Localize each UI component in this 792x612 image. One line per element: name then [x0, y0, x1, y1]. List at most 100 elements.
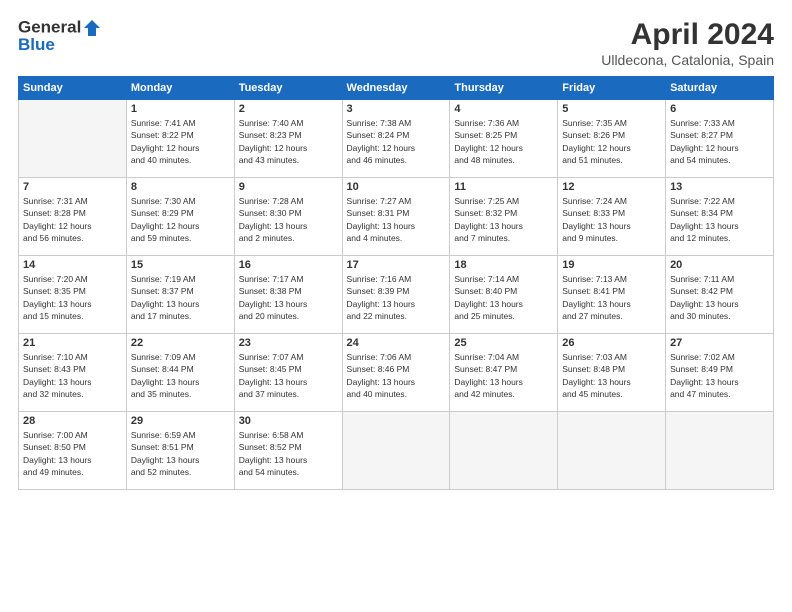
week-row-3: 14 Sunrise: 7:20 AMSunset: 8:35 PMDaylig… [19, 256, 774, 334]
calendar-cell: 13 Sunrise: 7:22 AMSunset: 8:34 PMDaylig… [666, 178, 774, 256]
calendar-cell: 17 Sunrise: 7:16 AMSunset: 8:39 PMDaylig… [342, 256, 450, 334]
logo-blue: Blue [18, 36, 102, 55]
day-info: Sunrise: 7:00 AMSunset: 8:50 PMDaylight:… [23, 429, 122, 478]
calendar-cell [19, 100, 127, 178]
calendar-cell: 18 Sunrise: 7:14 AMSunset: 8:40 PMDaylig… [450, 256, 558, 334]
calendar-cell: 7 Sunrise: 7:31 AMSunset: 8:28 PMDayligh… [19, 178, 127, 256]
location-subtitle: Ulldecona, Catalonia, Spain [601, 52, 774, 68]
day-info: Sunrise: 7:30 AMSunset: 8:29 PMDaylight:… [131, 195, 230, 244]
col-sunday: Sunday [19, 77, 127, 100]
calendar-cell: 1 Sunrise: 7:41 AMSunset: 8:22 PMDayligh… [126, 100, 234, 178]
day-info: Sunrise: 7:20 AMSunset: 8:35 PMDaylight:… [23, 273, 122, 322]
col-friday: Friday [558, 77, 666, 100]
day-number: 10 [347, 181, 446, 193]
day-number: 4 [454, 103, 553, 115]
day-info: Sunrise: 6:59 AMSunset: 8:51 PMDaylight:… [131, 429, 230, 478]
calendar-cell: 27 Sunrise: 7:02 AMSunset: 8:49 PMDaylig… [666, 334, 774, 412]
day-number: 24 [347, 337, 446, 349]
calendar-cell: 25 Sunrise: 7:04 AMSunset: 8:47 PMDaylig… [450, 334, 558, 412]
day-info: Sunrise: 7:33 AMSunset: 8:27 PMDaylight:… [670, 117, 769, 166]
day-number: 17 [347, 259, 446, 271]
day-info: Sunrise: 6:58 AMSunset: 8:52 PMDaylight:… [239, 429, 338, 478]
col-saturday: Saturday [666, 77, 774, 100]
day-number: 30 [239, 415, 338, 427]
logo-icon [82, 18, 102, 38]
day-number: 18 [454, 259, 553, 271]
day-info: Sunrise: 7:11 AMSunset: 8:42 PMDaylight:… [670, 273, 769, 322]
day-info: Sunrise: 7:25 AMSunset: 8:32 PMDaylight:… [454, 195, 553, 244]
day-info: Sunrise: 7:16 AMSunset: 8:39 PMDaylight:… [347, 273, 446, 322]
calendar-cell: 22 Sunrise: 7:09 AMSunset: 8:44 PMDaylig… [126, 334, 234, 412]
day-number: 20 [670, 259, 769, 271]
day-info: Sunrise: 7:03 AMSunset: 8:48 PMDaylight:… [562, 351, 661, 400]
day-info: Sunrise: 7:06 AMSunset: 8:46 PMDaylight:… [347, 351, 446, 400]
day-info: Sunrise: 7:14 AMSunset: 8:40 PMDaylight:… [454, 273, 553, 322]
day-number: 5 [562, 103, 661, 115]
day-number: 8 [131, 181, 230, 193]
day-number: 12 [562, 181, 661, 193]
calendar-cell [450, 412, 558, 490]
day-number: 27 [670, 337, 769, 349]
calendar-cell: 29 Sunrise: 6:59 AMSunset: 8:51 PMDaylig… [126, 412, 234, 490]
day-info: Sunrise: 7:31 AMSunset: 8:28 PMDaylight:… [23, 195, 122, 244]
header: General Blue April 2024 Ulldecona, Catal… [18, 18, 774, 68]
day-info: Sunrise: 7:07 AMSunset: 8:45 PMDaylight:… [239, 351, 338, 400]
week-row-5: 28 Sunrise: 7:00 AMSunset: 8:50 PMDaylig… [19, 412, 774, 490]
calendar-table: Sunday Monday Tuesday Wednesday Thursday… [18, 76, 774, 490]
calendar-cell: 2 Sunrise: 7:40 AMSunset: 8:23 PMDayligh… [234, 100, 342, 178]
day-number: 21 [23, 337, 122, 349]
day-info: Sunrise: 7:24 AMSunset: 8:33 PMDaylight:… [562, 195, 661, 244]
calendar-cell: 26 Sunrise: 7:03 AMSunset: 8:48 PMDaylig… [558, 334, 666, 412]
calendar-cell: 3 Sunrise: 7:38 AMSunset: 8:24 PMDayligh… [342, 100, 450, 178]
calendar-cell [666, 412, 774, 490]
calendar-cell: 24 Sunrise: 7:06 AMSunset: 8:46 PMDaylig… [342, 334, 450, 412]
day-info: Sunrise: 7:27 AMSunset: 8:31 PMDaylight:… [347, 195, 446, 244]
calendar-cell [558, 412, 666, 490]
day-number: 7 [23, 181, 122, 193]
col-thursday: Thursday [450, 77, 558, 100]
day-info: Sunrise: 7:28 AMSunset: 8:30 PMDaylight:… [239, 195, 338, 244]
day-info: Sunrise: 7:35 AMSunset: 8:26 PMDaylight:… [562, 117, 661, 166]
logo: General Blue [18, 18, 102, 55]
calendar-cell: 9 Sunrise: 7:28 AMSunset: 8:30 PMDayligh… [234, 178, 342, 256]
day-number: 14 [23, 259, 122, 271]
calendar-cell: 23 Sunrise: 7:07 AMSunset: 8:45 PMDaylig… [234, 334, 342, 412]
day-info: Sunrise: 7:17 AMSunset: 8:38 PMDaylight:… [239, 273, 338, 322]
day-number: 25 [454, 337, 553, 349]
calendar-cell: 6 Sunrise: 7:33 AMSunset: 8:27 PMDayligh… [666, 100, 774, 178]
calendar-cell: 8 Sunrise: 7:30 AMSunset: 8:29 PMDayligh… [126, 178, 234, 256]
day-info: Sunrise: 7:19 AMSunset: 8:37 PMDaylight:… [131, 273, 230, 322]
col-monday: Monday [126, 77, 234, 100]
week-row-2: 7 Sunrise: 7:31 AMSunset: 8:28 PMDayligh… [19, 178, 774, 256]
day-number: 22 [131, 337, 230, 349]
week-row-1: 1 Sunrise: 7:41 AMSunset: 8:22 PMDayligh… [19, 100, 774, 178]
day-info: Sunrise: 7:04 AMSunset: 8:47 PMDaylight:… [454, 351, 553, 400]
calendar-cell: 20 Sunrise: 7:11 AMSunset: 8:42 PMDaylig… [666, 256, 774, 334]
day-info: Sunrise: 7:09 AMSunset: 8:44 PMDaylight:… [131, 351, 230, 400]
day-number: 2 [239, 103, 338, 115]
day-number: 15 [131, 259, 230, 271]
calendar-cell: 5 Sunrise: 7:35 AMSunset: 8:26 PMDayligh… [558, 100, 666, 178]
day-info: Sunrise: 7:40 AMSunset: 8:23 PMDaylight:… [239, 117, 338, 166]
day-info: Sunrise: 7:36 AMSunset: 8:25 PMDaylight:… [454, 117, 553, 166]
week-row-4: 21 Sunrise: 7:10 AMSunset: 8:43 PMDaylig… [19, 334, 774, 412]
col-wednesday: Wednesday [342, 77, 450, 100]
calendar-cell: 4 Sunrise: 7:36 AMSunset: 8:25 PMDayligh… [450, 100, 558, 178]
day-number: 23 [239, 337, 338, 349]
day-info: Sunrise: 7:02 AMSunset: 8:49 PMDaylight:… [670, 351, 769, 400]
calendar-page: General Blue April 2024 Ulldecona, Catal… [0, 0, 792, 612]
header-row: Sunday Monday Tuesday Wednesday Thursday… [19, 77, 774, 100]
day-number: 3 [347, 103, 446, 115]
day-info: Sunrise: 7:13 AMSunset: 8:41 PMDaylight:… [562, 273, 661, 322]
calendar-cell: 16 Sunrise: 7:17 AMSunset: 8:38 PMDaylig… [234, 256, 342, 334]
calendar-cell: 15 Sunrise: 7:19 AMSunset: 8:37 PMDaylig… [126, 256, 234, 334]
day-info: Sunrise: 7:22 AMSunset: 8:34 PMDaylight:… [670, 195, 769, 244]
logo-block: General Blue [18, 18, 102, 55]
day-number: 9 [239, 181, 338, 193]
calendar-cell: 21 Sunrise: 7:10 AMSunset: 8:43 PMDaylig… [19, 334, 127, 412]
calendar-cell: 19 Sunrise: 7:13 AMSunset: 8:41 PMDaylig… [558, 256, 666, 334]
day-number: 19 [562, 259, 661, 271]
title-block: April 2024 Ulldecona, Catalonia, Spain [601, 18, 774, 68]
day-number: 1 [131, 103, 230, 115]
col-tuesday: Tuesday [234, 77, 342, 100]
